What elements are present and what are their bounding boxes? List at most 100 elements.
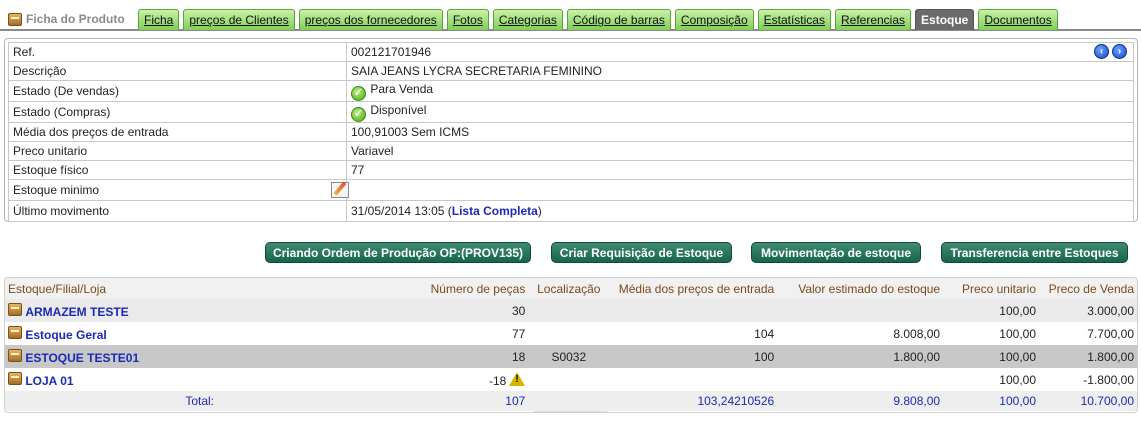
sale-price-cell: -1.800,00: [1039, 368, 1137, 391]
detail-row-last-movement: Último movimento 31/05/2014 13:05 (Lista…: [8, 200, 1134, 222]
detail-label: Último movimento: [8, 200, 347, 222]
qty-cell: -18: [314, 368, 529, 391]
total-location: [528, 391, 610, 411]
sale-price-cell: 3.000,00: [1039, 299, 1137, 322]
location-cell: S0032: [528, 345, 610, 368]
product-sheet-label: Ficha do Produto: [26, 12, 125, 26]
stock-movement-button[interactable]: Movimentação de estoque: [751, 242, 921, 263]
warehouse-box-icon: [8, 371, 22, 385]
location-cell: [528, 322, 610, 345]
total-unit-price: 100,00: [943, 391, 1039, 411]
total-avg-price: 103,24210526: [609, 391, 778, 411]
tab-documents[interactable]: Documentos: [978, 9, 1058, 30]
detail-value: 31/05/2014 13:05: [351, 204, 445, 218]
detail-label: Estado (Compras): [8, 101, 347, 123]
unit-price-cell: 100,00: [943, 299, 1039, 322]
create-production-order-button[interactable]: Criando Ordem de Produção OP:(PROV135): [265, 242, 531, 263]
store-link[interactable]: Estoque Geral: [25, 328, 106, 342]
table-row: LOJA 01 -18 100,00 -1.800,00: [5, 368, 1137, 391]
tab-composition[interactable]: Composição: [674, 9, 754, 30]
detail-label: Estoque físico: [8, 160, 347, 180]
detail-label: Estoque minimo: [13, 183, 100, 197]
qty-value: -18: [488, 373, 507, 388]
column-header-store: Estoque/Filial/Loja: [5, 278, 314, 299]
detail-label: Média dos preços de entrada: [8, 122, 347, 142]
edit-icon[interactable]: [331, 182, 349, 198]
tab-stock[interactable]: Estoque: [915, 9, 975, 30]
tab-ficha[interactable]: Ficha: [138, 9, 180, 30]
unit-price-cell: 100,00: [943, 345, 1039, 368]
store-link[interactable]: LOJA 01: [25, 374, 73, 388]
tabs: Ficha preços de Clientes preços dos forn…: [138, 9, 1058, 30]
total-qty: 107: [314, 391, 529, 411]
tab-supplier-prices[interactable]: preços dos fornecedores: [298, 9, 443, 30]
est-value-cell: 8.008,00: [777, 322, 944, 345]
detail-value: Variavel: [346, 141, 1134, 161]
detail-label: Preco unitario: [8, 141, 347, 161]
detail-value: 77: [346, 160, 1134, 180]
tab-statistics[interactable]: Estatísticas: [757, 9, 831, 30]
total-est-value: 9.808,00: [777, 391, 944, 411]
warehouse-box-icon: [8, 302, 22, 316]
location-cell: [528, 299, 610, 322]
table-row: ESTOQUE TESTE01 18 S0032 100 1.800,00 10…: [5, 345, 1137, 368]
detail-label: Descrição: [8, 61, 347, 81]
detail-label: Ref.: [8, 42, 347, 62]
column-header-est-value: Valor estimado do estoque: [777, 278, 944, 299]
column-header-avg-price: Média dos preços de entrada: [609, 278, 778, 299]
total-sale-price: 10.700,00: [1039, 391, 1137, 411]
total-row: Total: 107 103,24210526 9.808,00 100,00 …: [5, 391, 1137, 411]
warehouse-box-icon: [8, 325, 22, 339]
column-header-sale-price: Preco de Venda: [1039, 278, 1137, 299]
table-row: Estoque Geral 77 104 8.008,00 100,00 7.7…: [5, 322, 1137, 345]
column-header-unit-price: Preco unitario: [943, 278, 1039, 299]
stock-transfer-button[interactable]: Transferencia entre Estoques: [941, 242, 1128, 263]
column-header-qty: Número de peças: [314, 278, 529, 299]
record-navigation: ‹ ›: [1094, 44, 1127, 59]
table-row: ARMAZEM TESTE 30 100,00 3.000,00: [5, 299, 1137, 322]
detail-label: Estado (De vendas): [8, 80, 347, 102]
tab-barcode[interactable]: Código de barras: [566, 9, 671, 30]
qty-cell: 18: [314, 345, 529, 368]
avg-price-cell: 104: [609, 322, 778, 345]
previous-arrow-icon[interactable]: ‹: [1094, 44, 1109, 59]
detail-value: 002121701946: [346, 42, 1134, 62]
product-details-panel: ‹ › Ref. 002121701946 Descrição SAIA JEA…: [4, 38, 1138, 222]
tab-photos[interactable]: Fotos: [446, 9, 489, 30]
next-arrow-icon[interactable]: ›: [1112, 44, 1127, 59]
product-box-icon: [8, 12, 22, 26]
tab-categories[interactable]: Categorias: [492, 9, 563, 30]
detail-row-avg-price: Média dos preços de entrada 100,91003 Se…: [8, 122, 1134, 142]
est-value-cell: [777, 299, 944, 322]
detail-value: SAIA JEANS LYCRA SECRETARIA FEMININO: [346, 61, 1134, 81]
detail-value: Disponível: [370, 102, 427, 117]
qty-cell: 30: [314, 299, 529, 322]
store-cell: ARMAZEM TESTE: [5, 299, 314, 322]
est-value-cell: [777, 368, 944, 391]
detail-value: [346, 179, 1134, 201]
sale-price-cell: 7.700,00: [1039, 322, 1137, 345]
qty-cell: 77: [314, 322, 529, 345]
detail-row-purchase-status: Estado (Compras) ✓ Disponível: [8, 101, 1134, 123]
detail-value-cell: ✓ Para Venda: [346, 80, 1134, 102]
avg-price-cell: [609, 368, 778, 391]
tab-references[interactable]: Referencias: [834, 9, 912, 30]
full-list-link[interactable]: Lista Completa: [452, 204, 538, 218]
detail-row-unit-price: Preco unitario Variavel: [8, 141, 1134, 161]
stock-table: Estoque/Filial/Loja Número de peças Loca…: [5, 278, 1137, 411]
store-link[interactable]: ARMAZEM TESTE: [25, 305, 128, 319]
tab-client-prices[interactable]: preços de Clientes: [183, 9, 295, 30]
sale-price-cell: 1.800,00: [1039, 345, 1137, 368]
product-details-table: Ref. 002121701946 Descrição SAIA JEANS L…: [8, 42, 1134, 222]
detail-label-cell: Estoque minimo: [8, 179, 349, 201]
detail-value-cell: ✓ Disponível: [346, 101, 1134, 123]
store-cell: LOJA 01: [5, 368, 314, 391]
stock-table-header: Estoque/Filial/Loja Número de peças Loca…: [5, 278, 1137, 299]
product-sheet-title: Ficha do Produto: [8, 9, 125, 29]
detail-row-physical-stock: Estoque físico 77: [8, 160, 1134, 180]
store-link[interactable]: ESTOQUE TESTE01: [25, 351, 139, 365]
create-stock-request-button[interactable]: Criar Requisição de Estoque: [551, 242, 732, 263]
warning-icon: [509, 371, 526, 386]
unit-price-cell: 100,00: [943, 322, 1039, 345]
total-label: Total:: [5, 391, 314, 411]
